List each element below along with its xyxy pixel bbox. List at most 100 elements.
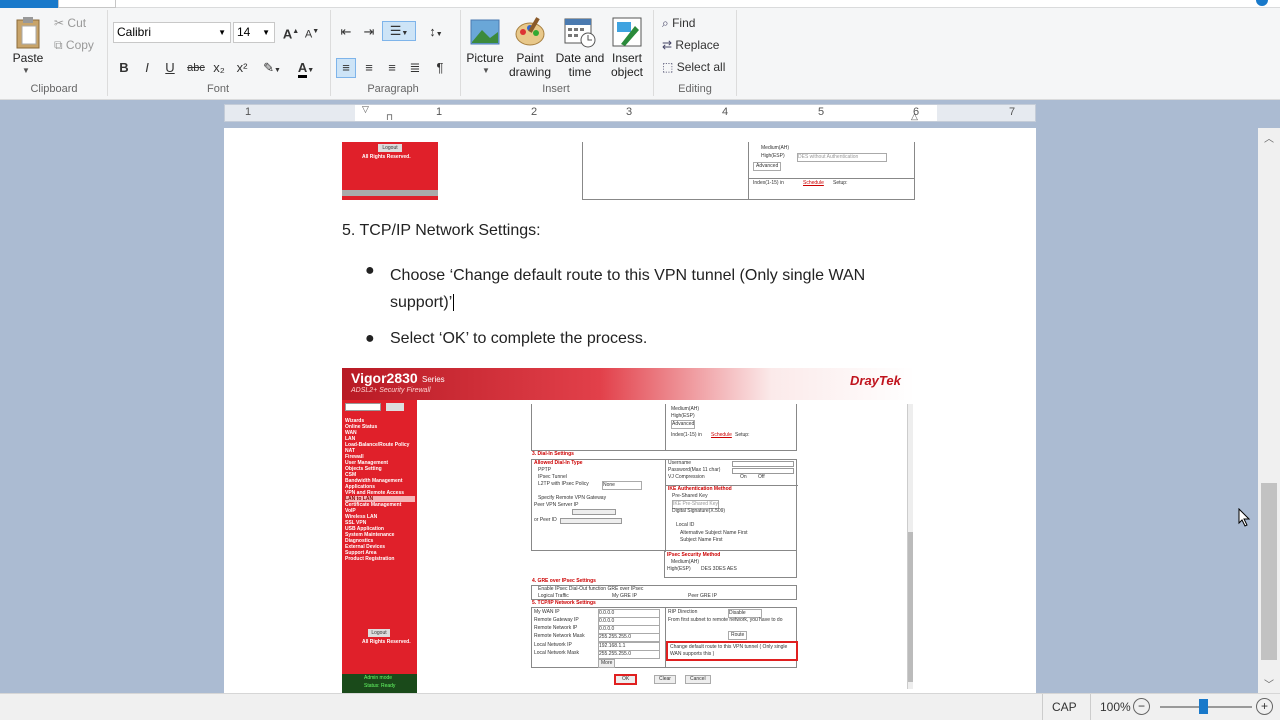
insert-object-icon[interactable] — [611, 16, 643, 48]
paragraph-settings-icon[interactable]: ¶ — [430, 58, 450, 78]
chevron-down-icon[interactable]: ▼ — [482, 66, 490, 75]
find-button[interactable]: ⌕ Find — [662, 16, 695, 31]
paste-button[interactable] — [14, 16, 44, 50]
subscript-button[interactable]: x₂ — [209, 58, 229, 78]
highlighter-icon: ✎ — [263, 60, 274, 75]
ss-ipsec: IPsec Tunnel — [538, 474, 567, 480]
ss-localid: Local ID — [676, 522, 695, 528]
router-series: Series — [422, 375, 445, 384]
doc-heading[interactable]: 5. TCP/IP Network Settings: — [342, 222, 541, 240]
bullet-list-icon[interactable]: ☰▼ — [382, 21, 416, 41]
binoculars-icon: ⌕ — [662, 16, 669, 30]
bullet-item-2[interactable]: Select ‘OK’ to complete the process. — [390, 330, 647, 348]
ruler[interactable]: 1 1 2 3 4 5 6 7 ▽ ⊓ △ — [224, 104, 1036, 122]
top-screenshot-form: Medium(AH) High(ESP) DES without Authent… — [582, 142, 915, 200]
date-time-button[interactable]: Date and time — [553, 51, 607, 79]
bullet-item-1-line-1: Choose ‘Change default route to this VPN… — [390, 267, 866, 284]
hanging-indent-icon[interactable]: ⊓ — [386, 112, 393, 123]
picture-icon[interactable] — [470, 18, 500, 46]
help-icon[interactable] — [1256, 0, 1268, 6]
select-all-icon: ⬚ — [662, 60, 674, 74]
ss-vj-on: On — [740, 474, 747, 480]
chevron-down-icon: ▼ — [218, 28, 226, 37]
ss-l2tp-select: None — [602, 481, 642, 490]
router-menu-item: Load-Balance/Route Policy — [345, 442, 410, 448]
router-logout-button: Logout — [368, 629, 390, 637]
paste-label[interactable]: Paste — [8, 51, 48, 65]
font-color-button[interactable]: A▼ — [291, 58, 321, 78]
zoom-level: 100% — [1100, 700, 1131, 714]
line-spacing-icon[interactable]: ↕▼ — [422, 22, 450, 42]
bullet-dot: ● — [365, 262, 375, 279]
scroll-thumb[interactable] — [1261, 483, 1277, 660]
superscript-button[interactable]: x² — [232, 58, 252, 78]
italic-button[interactable]: I — [137, 58, 157, 78]
document-page[interactable]: Logout All Rights Reserved. Medium(AH) H… — [224, 128, 1036, 693]
first-line-indent-icon[interactable]: ▽ — [362, 104, 369, 115]
embedded-screenshot[interactable]: Vigor2830 Series ADSL2+ Security Firewal… — [342, 368, 915, 693]
ruler-number: 7 — [1009, 106, 1016, 118]
strikethrough-button[interactable]: abc — [184, 58, 208, 78]
ss-vj: VJ Compression — [668, 474, 705, 480]
vertical-scrollbar[interactable]: ︿ ﹀ — [1258, 128, 1280, 693]
cut-button[interactable]: ✂ Cut — [54, 16, 86, 30]
ss-rmask: Remote Network Mask — [534, 633, 585, 639]
align-left-icon[interactable]: ≡ — [336, 58, 356, 78]
router-rights-text: All Rights Reserved. — [362, 639, 411, 645]
find-label: Find — [672, 16, 696, 30]
scroll-down-icon[interactable]: ﹀ — [1264, 676, 1274, 691]
paint-drawing-button[interactable]: Paint drawing — [505, 51, 555, 79]
bullet-item-1-line-2-text: support)’ — [390, 294, 453, 311]
zoom-out-icon[interactable]: − — [1133, 698, 1150, 715]
cut-label: Cut — [67, 16, 87, 30]
select-all-button[interactable]: ⬚ Select all — [662, 60, 725, 74]
ss-digsig: Digital Signature(X.509) — [672, 508, 726, 514]
decrease-indent-icon[interactable]: ⇤ — [336, 22, 356, 42]
ss-lmask-val: 255.255.255.0 — [598, 650, 660, 659]
text-cursor — [453, 294, 459, 311]
copy-button[interactable]: ⧉ Copy — [54, 38, 94, 53]
ruler-number: 1 — [245, 106, 252, 118]
ss-sec-high: High(ESP) — [667, 566, 691, 572]
ribbon-separator — [107, 10, 108, 96]
top-status-strip — [342, 190, 438, 196]
zoom-slider-thumb[interactable] — [1199, 699, 1208, 714]
underline-button[interactable]: U — [160, 58, 180, 78]
tab-file[interactable] — [0, 0, 58, 8]
grow-font-icon[interactable]: A▲ — [281, 22, 301, 42]
scroll-up-icon[interactable]: ︿ — [1264, 130, 1274, 145]
justify-icon[interactable]: ≣ — [405, 58, 425, 78]
replace-button[interactable]: ⇄ Replace — [662, 38, 719, 52]
tab-home[interactable] — [58, 0, 116, 8]
highlight-color-button[interactable]: ✎▼ — [257, 58, 287, 78]
ss-rmask-val: 255.255.255.0 — [598, 633, 660, 642]
status-bar: CAP 100% − + — [0, 693, 1280, 720]
shrink-font-icon[interactable]: A▼ — [302, 22, 322, 42]
calendar-clock-icon[interactable] — [564, 16, 596, 48]
bullet-item-1[interactable]: Choose ‘Change default route to this VPN… — [390, 262, 865, 316]
font-size-select[interactable]: 14 ▼ — [233, 22, 275, 43]
top-advanced-button: Advanced — [753, 162, 782, 171]
ribbon-separator — [736, 10, 737, 96]
ss-gre-title: 4. GRE over IPsec Settings — [532, 578, 596, 584]
ss-top-advanced: Advanced — [671, 420, 696, 429]
align-right-icon[interactable]: ≡ — [382, 58, 402, 78]
font-family-select[interactable]: Calibri ▼ — [113, 22, 231, 43]
ss-l2tp: L2TP with IPsec Policy — [538, 481, 589, 487]
right-indent-icon[interactable]: △ — [911, 111, 918, 122]
paste-dropdown-icon[interactable]: ▼ — [22, 66, 30, 75]
paint-drawing-icon[interactable] — [514, 16, 546, 48]
ss-cancel-button: Cancel — [685, 675, 711, 684]
bold-button[interactable]: B — [114, 58, 134, 78]
paste-icon — [16, 17, 40, 49]
insert-object-button[interactable]: Insert object — [603, 51, 651, 79]
zoom-in-icon[interactable]: + — [1256, 698, 1273, 715]
font-size-value: 14 — [237, 25, 251, 39]
router-menu-item: Product Registration — [345, 556, 395, 562]
align-center-icon[interactable]: ≡ — [359, 58, 379, 78]
ss-gre-box: Enable IPsec Dial-Out function GRE over … — [531, 585, 797, 600]
ss-top-high: High(ESP) — [671, 413, 695, 419]
increase-indent-icon[interactable]: ⇥ — [359, 22, 379, 42]
picture-button[interactable]: Picture — [463, 51, 507, 65]
group-label-editing: Editing — [678, 83, 712, 95]
